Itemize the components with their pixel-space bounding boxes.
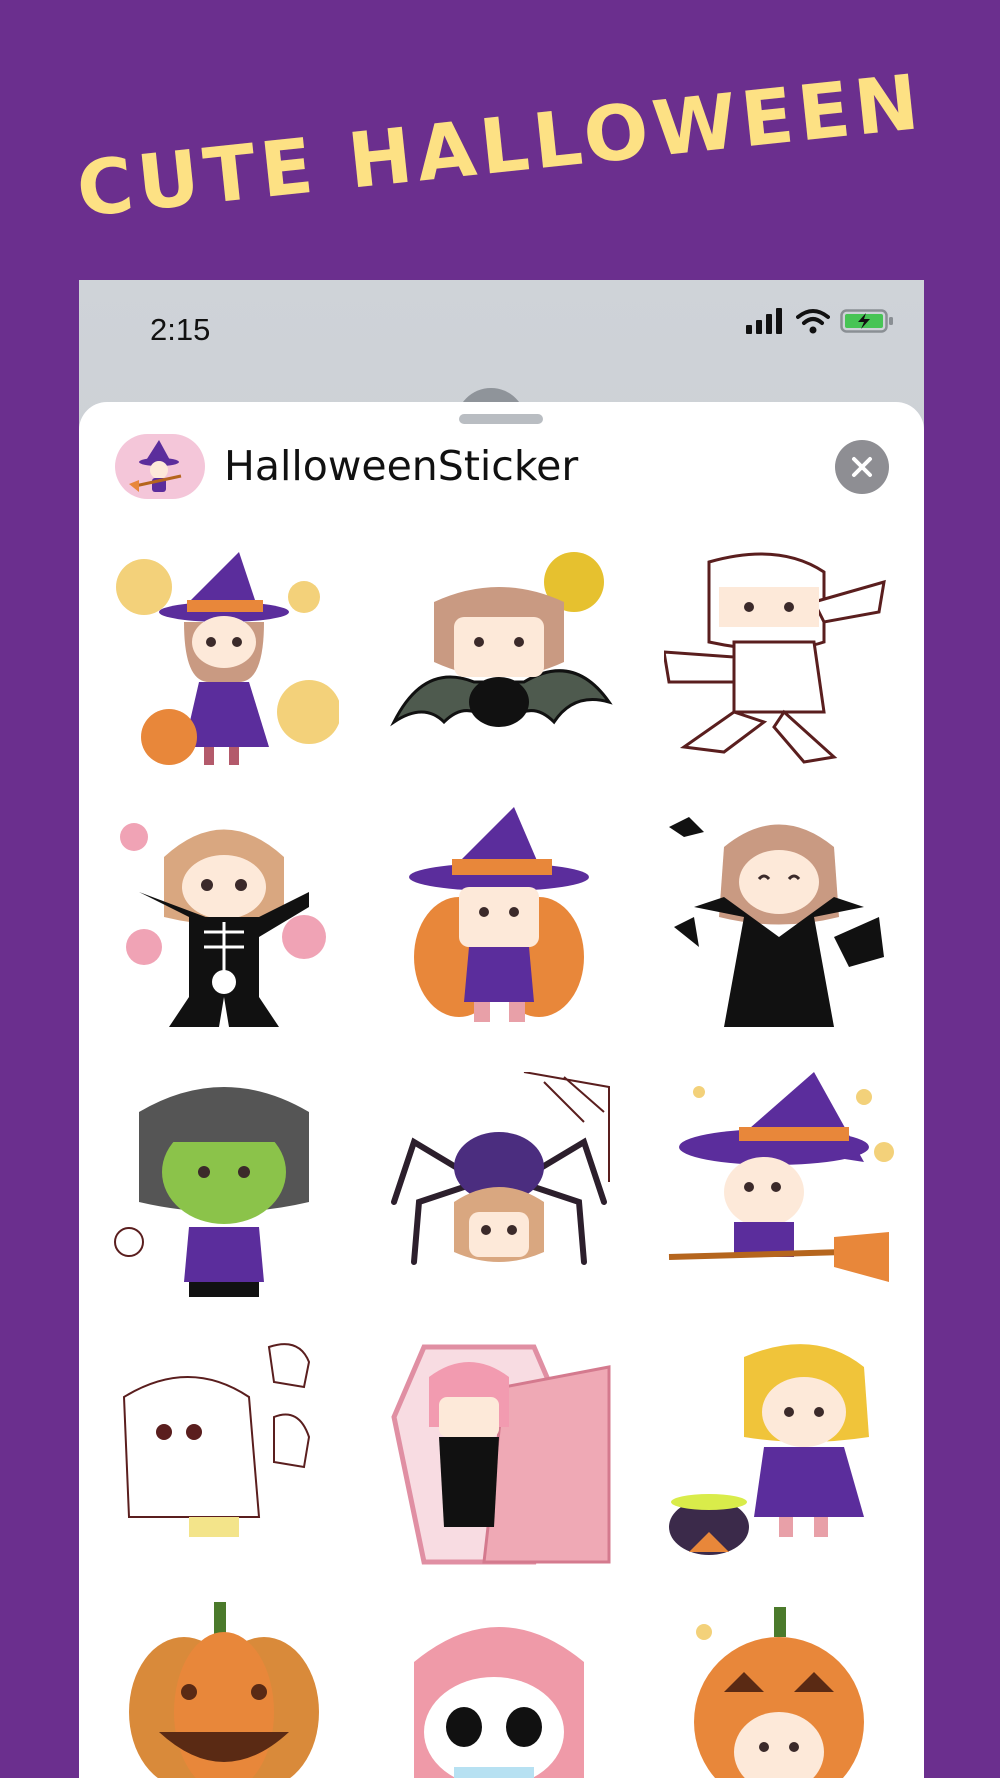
sticker-bat[interactable] [384, 542, 614, 772]
close-button[interactable] [835, 440, 889, 494]
sticker-witch-candy[interactable] [109, 542, 339, 772]
sticker-frankenstein[interactable] [109, 1072, 339, 1302]
sticker-coffin[interactable] [384, 1337, 614, 1567]
headline-text: CUTE HALLOWEEN [72, 56, 928, 234]
close-icon [852, 457, 872, 477]
sticker-skeleton[interactable] [109, 807, 339, 1037]
sheet-grabber[interactable] [459, 414, 543, 424]
battery-charging-icon [840, 309, 893, 333]
wifi-icon [796, 309, 830, 334]
sticker-ghost[interactable] [109, 1337, 339, 1567]
sticker-skull-face[interactable] [384, 1602, 614, 1778]
sticker-witch-broom[interactable] [664, 1072, 894, 1302]
status-icons [746, 308, 894, 334]
sticker-pumpkin-witch[interactable] [384, 807, 614, 1037]
app-icon [115, 434, 205, 499]
sticker-vampire[interactable] [664, 807, 894, 1037]
sticker-cauldron[interactable] [664, 1337, 894, 1567]
sticker-pumpkin-costume[interactable] [664, 1602, 894, 1778]
signal-icon [746, 308, 782, 334]
headline: CUTE HALLOWEEN [0, 56, 1000, 233]
sticker-jack-o-lantern[interactable] [109, 1602, 339, 1778]
phone-screen: 2:15 HalloweenSticker [79, 280, 924, 1778]
sticker-sheet: HalloweenSticker [79, 402, 924, 1778]
sticker-mummy[interactable] [664, 542, 894, 772]
status-time: 2:15 [150, 312, 211, 347]
app-title: HalloweenSticker [224, 442, 579, 490]
sticker-spider[interactable] [384, 1072, 614, 1302]
